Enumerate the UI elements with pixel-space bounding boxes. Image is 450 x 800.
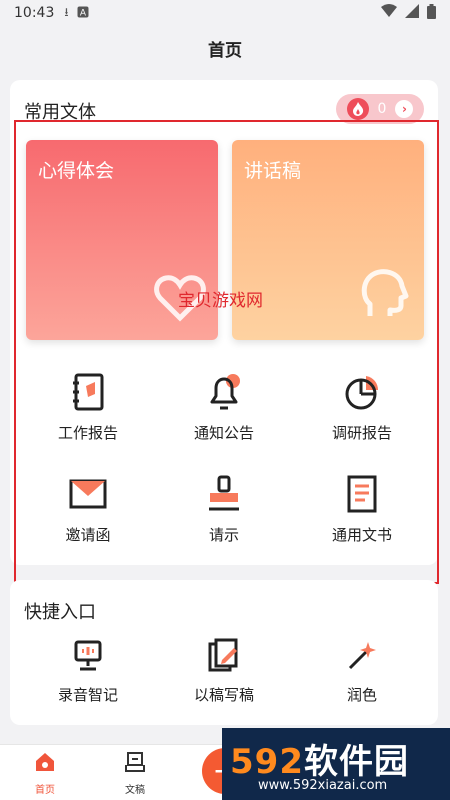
item-request-label: 请示 — [208, 526, 239, 544]
notebook-icon — [68, 372, 108, 412]
nav-home[interactable]: 首页 — [15, 751, 75, 796]
svg-text:A: A — [79, 8, 86, 18]
item-general-document[interactable]: 通用文书 — [302, 474, 422, 545]
item-invitation-label: 邀请函 — [65, 526, 111, 544]
speaking-head-icon — [356, 266, 412, 326]
item-work-report-label: 工作报告 — [57, 424, 118, 442]
quick-section-title: 快捷入口 — [24, 602, 96, 623]
site-watermark-title: 592软件园 — [230, 734, 409, 783]
item-research-report-label: 调研报告 — [331, 424, 392, 442]
magic-wand-icon — [344, 638, 380, 674]
item-notice[interactable]: 通知公告 — [164, 372, 284, 443]
site-watermark-text: 软件园 — [303, 742, 409, 782]
tile-speech-label: 讲话稿 — [244, 160, 302, 182]
quick-item-recording[interactable]: 录音智记 — [28, 638, 148, 705]
nav-documents[interactable]: 文稿 — [105, 751, 165, 796]
quick-item-rewrite-label: 以稿写稿 — [193, 686, 254, 704]
usage-count-pill[interactable]: 0 › — [336, 94, 424, 124]
bell-icon — [204, 372, 244, 412]
pie-chart-icon — [342, 372, 382, 412]
item-research-report[interactable]: 调研报告 — [302, 372, 422, 443]
home-icon — [34, 751, 56, 777]
quick-item-polish[interactable]: 润色 — [302, 638, 422, 705]
status-time: 10:43 — [14, 5, 55, 21]
item-work-report[interactable]: 工作报告 — [28, 372, 148, 443]
site-watermark-number: 592 — [230, 742, 304, 782]
download-icon: ⭳ — [64, 4, 69, 19]
site-watermark-url: www.592xiazai.com — [258, 778, 388, 793]
nav-documents-label: 文稿 — [125, 785, 145, 796]
stamp-icon — [204, 474, 244, 514]
item-request[interactable]: 请示 — [164, 474, 284, 545]
quick-item-polish-label: 润色 — [346, 686, 377, 704]
page-title: 首页 — [208, 40, 242, 61]
envelope-icon — [68, 474, 108, 514]
styles-section-title: 常用文体 — [24, 102, 96, 123]
usage-count: 0 — [377, 101, 387, 117]
tile-experience-label: 心得体会 — [38, 160, 115, 182]
document-stack-icon — [124, 751, 146, 777]
item-general-document-label: 通用文书 — [331, 526, 392, 544]
battery-icon — [427, 3, 436, 23]
edit-document-icon — [206, 638, 242, 674]
document-icon — [342, 474, 382, 514]
recorder-icon — [70, 638, 106, 674]
chevron-right-icon: › — [395, 100, 414, 118]
flame-icon — [346, 98, 369, 120]
item-notice-label: 通知公告 — [193, 424, 254, 442]
wifi-icon — [381, 4, 397, 22]
signal-icon — [405, 4, 419, 22]
a-badge-icon: A — [77, 6, 89, 21]
item-invitation[interactable]: 邀请函 — [28, 474, 148, 545]
quick-item-rewrite[interactable]: 以稿写稿 — [164, 638, 284, 705]
watermark-text: 宝贝游戏网 — [178, 291, 263, 311]
site-watermark: 592软件园 www.592xiazai.com — [222, 728, 450, 800]
nav-home-label: 首页 — [35, 785, 55, 796]
quick-item-recording-label: 录音智记 — [57, 686, 118, 704]
status-bar: 10:43 ⭳ A — [0, 0, 450, 26]
